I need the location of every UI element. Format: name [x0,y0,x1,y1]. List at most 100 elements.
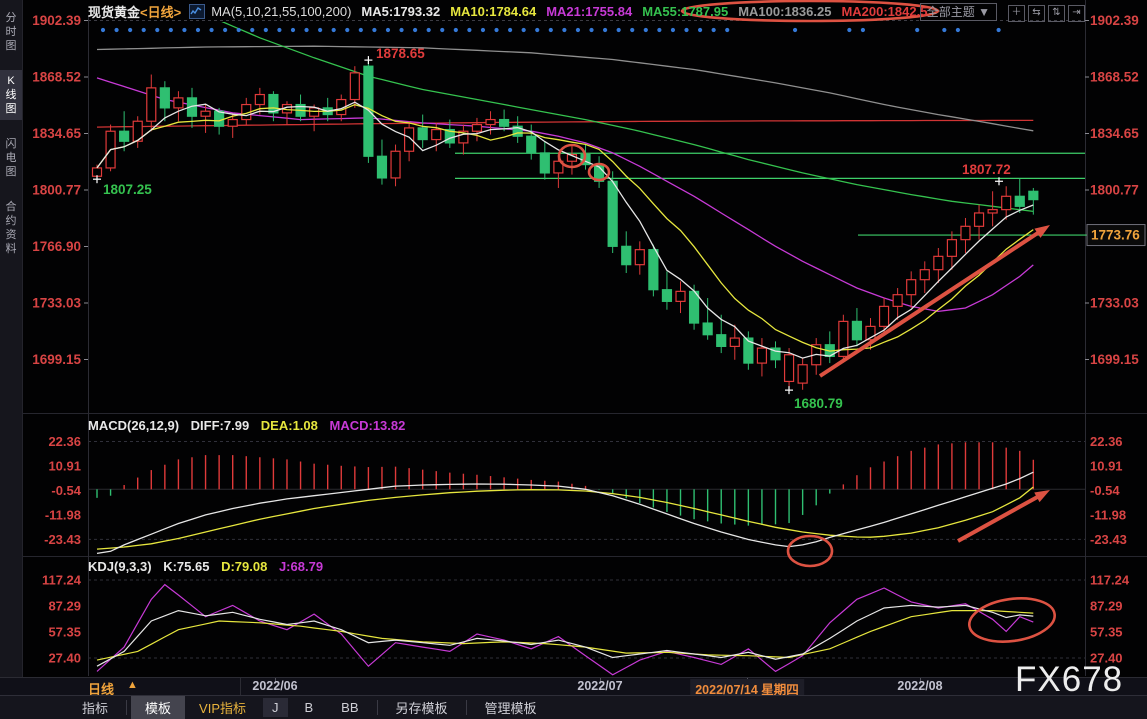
window-icon-group: ＋⇆⇅⇥ [1005,2,1085,22]
period-selector[interactable]: 日线 ▲ [22,678,241,696]
toolbar-item-管理模板[interactable]: 管理模板 [471,696,551,719]
svg-text:1773.76: 1773.76 [1091,228,1140,243]
svg-text:1807.72: 1807.72 [962,162,1011,177]
ma-legend-item-5: MA200:1842.5 [841,4,927,19]
svg-text:1834.65: 1834.65 [32,126,81,141]
svg-text:1699.15: 1699.15 [32,352,81,367]
ma-legend-item-4: MA100:1836.25 [738,4,831,19]
instrument-title: 现货黄金<日线> [88,2,181,21]
svg-text:87.29: 87.29 [48,599,81,614]
trading-app: 分时图K线图闪电图合约资料 现货黄金<日线> MA(5,10,21,55,100… [0,0,1147,718]
ma-legend-item-3: MA55:1787.95 [642,4,728,19]
toolbar-item-指标[interactable]: 指标 [68,696,122,719]
sidebar-char: 电 [0,151,22,165]
toolbar-item-另存模板[interactable]: 另存模板 [382,696,462,719]
sidebar-char: 约 [0,214,22,228]
svg-text:1699.15: 1699.15 [1090,352,1139,367]
svg-text:1800.77: 1800.77 [32,183,81,198]
date-label: 2022/06 [252,679,297,693]
sidebar-item-K线图[interactable]: K线图 [0,70,22,120]
sidebar-char: 闪 [0,137,22,151]
ma-legend-item-1: MA10:1784.64 [450,4,536,19]
brand-watermark: FX678 [1015,660,1123,700]
sidebar-item-分时图[interactable]: 分时图 [0,7,22,57]
macd-pane-header: MACD(26,12,9) DIFF:7.99 DEA:1.08 MACD:13… [88,418,405,433]
j-value: J:68.79 [279,559,323,574]
svg-text:10.91: 10.91 [1090,458,1123,473]
toolbar-item-J[interactable]: J [263,698,288,717]
svg-text:-23.43: -23.43 [1090,532,1127,547]
toolbar-item-模板[interactable]: 模板 [131,696,185,719]
svg-text:87.29: 87.29 [1090,599,1123,614]
sidebar-char: 分 [0,11,22,25]
ma-legend: MA5:1793.32 MA10:1784.64 MA21:1755.84 MA55:… [361,4,937,19]
macd-label: MACD(26,12,9) [88,418,179,433]
toolbar-divider [126,700,127,715]
svg-text:27.40: 27.40 [48,650,81,665]
date-axis: 日线 ▲ 2022/062022/072022/07/14 星期四2022/08 [0,677,1147,696]
ma-legend-item-2: MA21:1755.84 [546,4,632,19]
toolbar-divider [466,700,467,715]
svg-text:1800.77: 1800.77 [1090,183,1139,198]
svg-text:57.35: 57.35 [1090,625,1123,640]
svg-text:1807.25: 1807.25 [103,182,152,197]
svg-text:1680.79: 1680.79 [794,396,843,411]
sidebar-char: 图 [0,165,22,179]
chart-mode-sidebar: 分时图K线图闪电图合约资料 [0,0,23,695]
chevron-down-icon: ▼ [978,5,990,19]
period-arrow-icon: ▲ [127,679,138,691]
toolbar-item-VIP指标[interactable]: VIP指标 [185,696,260,719]
theme-dropdown[interactable]: 全部主题 ▼ [920,3,997,21]
sidebar-char: 料 [0,242,22,256]
ma-legend-item-0: MA5:1793.32 [361,4,440,19]
sidebar-char: 资 [0,228,22,242]
chart-canvas[interactable]: 1902.391868.521834.651800.771766.901733.… [0,0,1147,718]
symbol-name: 现货黄金 [88,5,140,20]
svg-text:1878.65: 1878.65 [376,46,425,61]
toolbar-item-BB[interactable]: BB [327,698,372,717]
header-controls: 全部主题 ▼ ＋⇆⇅⇥ [920,2,1085,22]
k-value: K:75.65 [163,559,209,574]
ma-settings-label: MA(5,10,21,55,100,200) [211,4,351,19]
toolbar-divider [377,700,378,715]
svg-text:1733.03: 1733.03 [32,295,81,310]
svg-text:-0.54: -0.54 [1090,483,1120,498]
macd-value: MACD:13.82 [330,418,406,433]
svg-text:1733.03: 1733.03 [1090,295,1139,310]
svg-text:117.24: 117.24 [1090,573,1130,588]
svg-text:1766.90: 1766.90 [32,239,81,254]
sidebar-char: K [0,74,22,88]
date-label: 2022/08 [897,679,942,693]
exit-panel-icon[interactable]: ⇥ [1068,5,1085,22]
svg-text:117.24: 117.24 [42,573,82,588]
svg-text:22.36: 22.36 [48,434,81,449]
period-tag: <日线> [140,5,181,20]
sidebar-item-闪电图[interactable]: 闪电图 [0,133,22,183]
svg-text:-11.98: -11.98 [45,507,81,522]
fit-width-icon[interactable]: ⇆ [1028,5,1045,22]
d-value: D:79.08 [221,559,267,574]
svg-text:1868.52: 1868.52 [32,69,81,84]
sidebar-char: 图 [0,102,22,116]
svg-text:1868.52: 1868.52 [1090,69,1139,84]
dea-value: DEA:1.08 [261,418,318,433]
svg-text:57.35: 57.35 [48,625,81,640]
move-icon[interactable]: ＋ [1008,5,1025,22]
theme-dropdown-label: 全部主题 [927,5,975,19]
sidebar-item-合约资料[interactable]: 合约资料 [0,196,22,260]
svg-text:-0.54: -0.54 [51,483,81,498]
svg-text:22.36: 22.36 [1090,434,1123,449]
sidebar-char: 合 [0,200,22,214]
kdj-pane-header: KDJ(9,3,3) K:75.65 D:79.08 J:68.79 [88,559,323,574]
fit-height-icon[interactable]: ⇅ [1048,5,1065,22]
svg-text:-23.43: -23.43 [44,532,81,547]
sidebar-char: 图 [0,39,22,53]
date-label: 2022/07 [577,679,622,693]
svg-text:1834.65: 1834.65 [1090,126,1139,141]
toolbar-item-B[interactable]: B [291,698,328,717]
bottom-toolbar: 指标模板VIP指标JBBB另存模板管理模板 [0,695,1147,719]
svg-text:10.91: 10.91 [48,458,81,473]
diff-value: DIFF:7.99 [191,418,250,433]
sidebar-char: 线 [0,88,22,102]
candlestick-chart-icon [189,4,205,19]
